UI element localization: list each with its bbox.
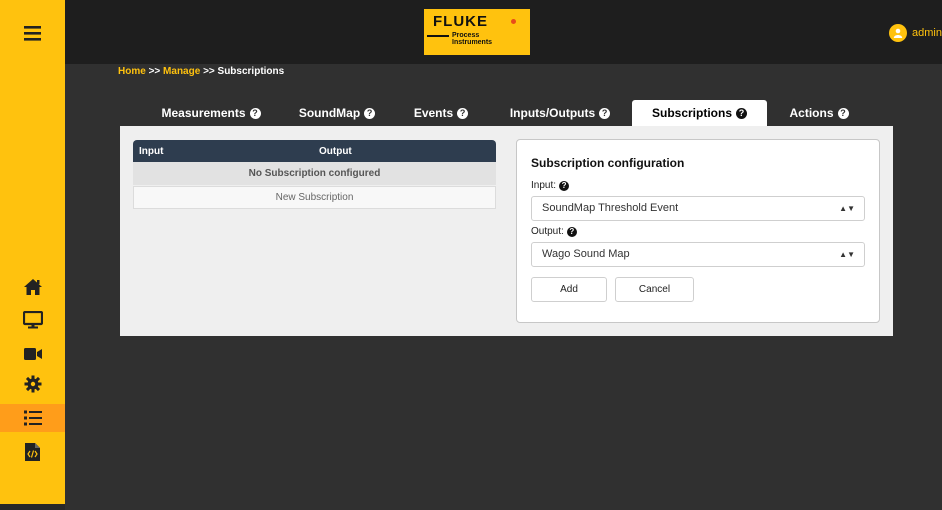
video-camera-icon[interactable] xyxy=(0,340,65,368)
user-menu[interactable]: admin xyxy=(889,24,942,42)
input-select[interactable]: SoundMap Threshold Event ▲▼ xyxy=(531,196,865,221)
tab-label: Events xyxy=(413,106,454,120)
input-label: Input: ? xyxy=(531,180,570,191)
tab-label: SoundMap xyxy=(298,106,361,120)
tab-subscriptions[interactable]: Subscriptions? xyxy=(632,100,767,126)
breadcrumb: Home >> Manage >> Subscriptions xyxy=(118,66,284,77)
home-icon[interactable] xyxy=(0,273,65,301)
logo-subtitle: Process Instruments xyxy=(452,32,492,46)
tab-soundmap[interactable]: SoundMap? xyxy=(291,100,383,126)
breadcrumb-current: Subscriptions xyxy=(217,66,285,77)
monitor-icon[interactable] xyxy=(0,306,65,334)
input-label-text: Input: xyxy=(531,180,557,191)
breadcrumb-home[interactable]: Home xyxy=(118,66,146,77)
help-icon[interactable]: ? xyxy=(559,180,570,191)
tab-label: Subscriptions xyxy=(651,106,732,120)
user-name[interactable]: admin xyxy=(912,27,942,39)
output-label-text: Output: xyxy=(531,226,564,237)
tab-inputs-outputs[interactable]: Inputs/Outputs? xyxy=(500,100,620,126)
cancel-button[interactable]: Cancel xyxy=(615,277,694,302)
config-title: Subscription configuration xyxy=(531,156,685,170)
logo-word: FLUKE xyxy=(433,13,488,30)
new-subscription-button[interactable]: New Subscription xyxy=(133,186,496,209)
help-icon[interactable]: ? xyxy=(249,107,261,119)
tab-events[interactable]: Events? xyxy=(406,100,476,126)
tab-label: Inputs/Outputs xyxy=(509,106,596,120)
code-file-icon[interactable] xyxy=(0,438,65,466)
subscriptions-panel: Input Output No Subscription configured … xyxy=(120,126,893,336)
output-select-value: Wago Sound Map xyxy=(542,248,630,260)
hamburger-icon[interactable] xyxy=(0,19,65,47)
tab-label: Measurements xyxy=(161,106,246,120)
fluke-logo: FLUKE Process Instruments xyxy=(424,9,530,55)
table-header: Input Output xyxy=(133,140,496,162)
help-icon[interactable]: ? xyxy=(457,107,469,119)
help-icon[interactable]: ? xyxy=(736,107,747,119)
breadcrumb-separator: >> xyxy=(203,66,215,77)
select-arrows-icon: ▲▼ xyxy=(839,250,855,259)
subscription-config: Subscription configuration Input: ? Soun… xyxy=(516,139,880,323)
output-label: Output: ? xyxy=(531,226,577,237)
user-avatar-icon[interactable] xyxy=(889,24,908,42)
top-bar: FLUKE Process Instruments admin xyxy=(65,0,942,64)
help-icon[interactable]: ? xyxy=(837,107,849,119)
column-input: Input xyxy=(139,146,164,157)
sidebar xyxy=(0,0,65,510)
tab-label: Actions xyxy=(789,106,834,120)
logo-dot xyxy=(511,19,516,24)
column-output: Output xyxy=(319,146,352,157)
breadcrumb-separator: >> xyxy=(148,66,161,77)
input-select-value: SoundMap Threshold Event xyxy=(542,202,679,214)
sidebar-footer xyxy=(0,504,65,510)
help-icon[interactable]: ? xyxy=(566,226,577,237)
help-icon[interactable]: ? xyxy=(364,107,376,119)
gear-icon[interactable] xyxy=(0,370,65,398)
help-icon[interactable]: ? xyxy=(599,107,611,119)
add-button[interactable]: Add xyxy=(531,277,607,302)
tab-measurements[interactable]: Measurements? xyxy=(150,100,272,126)
output-select[interactable]: Wago Sound Map ▲▼ xyxy=(531,242,865,267)
breadcrumb-manage[interactable]: Manage xyxy=(163,66,200,77)
tab-actions[interactable]: Actions? xyxy=(781,100,857,126)
select-arrows-icon: ▲▼ xyxy=(839,204,855,213)
logo-sub-line-2: Instruments xyxy=(452,39,493,46)
logo-bar xyxy=(427,35,449,37)
list-icon[interactable] xyxy=(0,404,65,432)
logo-sub-line-1: Process xyxy=(452,32,480,39)
empty-row: No Subscription configured xyxy=(133,162,496,185)
